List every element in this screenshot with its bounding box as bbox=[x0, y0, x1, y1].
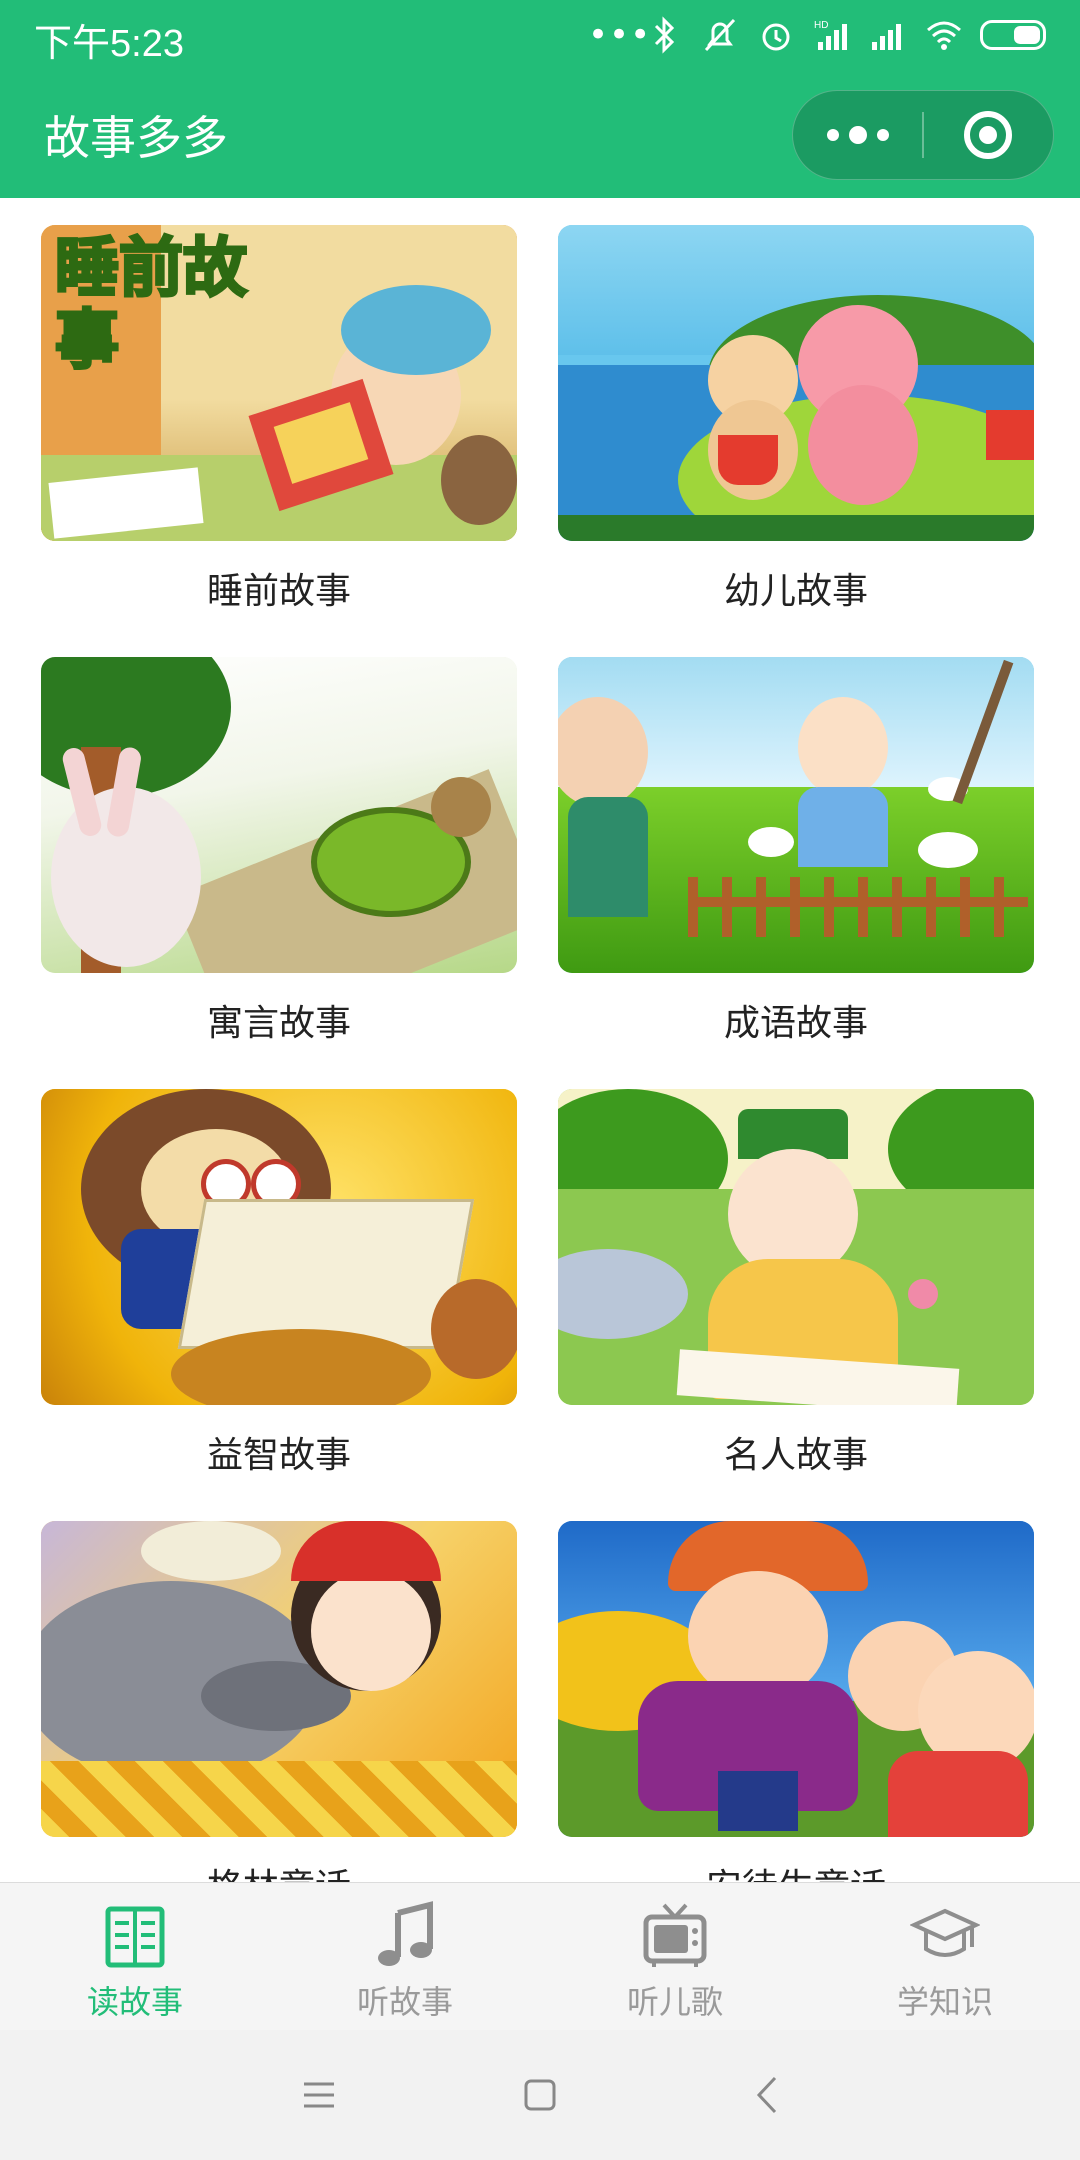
tab-learn-knowledge[interactable]: 学知识 bbox=[810, 1883, 1080, 2031]
tab-label: 读故事 bbox=[86, 1983, 183, 2021]
status-bar: 下午5:23 ••• HD bbox=[0, 0, 1080, 70]
status-icons: ••• HD bbox=[588, 14, 1046, 56]
menu-icon[interactable] bbox=[294, 2070, 344, 2120]
category-cover-image bbox=[558, 225, 1034, 541]
app-bar: 故事多多 bbox=[0, 70, 1080, 198]
status-time: 下午5:23 bbox=[34, 23, 184, 65]
cover-title-text: 睡前故事 bbox=[54, 232, 249, 379]
category-cover-image bbox=[558, 657, 1034, 973]
dot-icon bbox=[848, 126, 867, 144]
tab-label: 听儿歌 bbox=[626, 1983, 723, 2021]
tab-label: 学知识 bbox=[896, 1983, 993, 2021]
category-label: 睡前故事 bbox=[206, 571, 351, 612]
more-notifications-icon: ••• bbox=[588, 15, 652, 55]
dot-icon bbox=[826, 129, 839, 141]
back-icon[interactable] bbox=[743, 2070, 793, 2120]
tv-icon bbox=[640, 1901, 710, 1971]
battery-icon bbox=[980, 20, 1046, 50]
category-label: 成语故事 bbox=[723, 1003, 868, 1044]
category-card[interactable]: 睡前故事 睡前故事 bbox=[41, 225, 517, 617]
home-icon[interactable] bbox=[515, 2070, 565, 2120]
category-cover-image: 睡前故事 bbox=[41, 225, 517, 541]
close-mini-program-button[interactable] bbox=[924, 90, 1053, 180]
cell-signal-icon bbox=[868, 16, 908, 54]
category-cover-image bbox=[41, 1089, 517, 1405]
hd-signal-icon: HD bbox=[812, 16, 852, 54]
category-cover-image bbox=[41, 1521, 517, 1837]
target-icon bbox=[964, 111, 1013, 159]
category-card[interactable]: 成语故事 bbox=[558, 657, 1034, 1049]
category-card[interactable]: 寓言故事 bbox=[41, 657, 517, 1049]
mini-program-capsule bbox=[792, 90, 1054, 180]
mute-bell-icon bbox=[700, 16, 740, 54]
category-cover-image bbox=[41, 657, 517, 973]
bluetooth-icon bbox=[644, 16, 684, 54]
alarm-icon bbox=[756, 16, 796, 54]
bottom-tab-bar: 读故事 听故事 听儿歌 学知识 bbox=[0, 1882, 1080, 2030]
dot-icon bbox=[876, 129, 889, 141]
category-label: 安徒生童话 bbox=[558, 1863, 1034, 1882]
tab-read-stories[interactable]: 读故事 bbox=[0, 1883, 270, 2031]
category-cover-image bbox=[558, 1089, 1034, 1405]
tab-listen-songs[interactable]: 听儿歌 bbox=[540, 1883, 810, 2031]
category-label: 幼儿故事 bbox=[723, 571, 868, 612]
category-card[interactable]: 益智故事 bbox=[41, 1089, 517, 1481]
svg-text:HD: HD bbox=[814, 20, 828, 31]
category-label: 寓言故事 bbox=[206, 1003, 351, 1044]
more-options-button[interactable] bbox=[793, 90, 922, 180]
category-label: 格林童话 bbox=[41, 1863, 517, 1882]
tab-label: 听故事 bbox=[356, 1983, 453, 2021]
graduation-cap-icon bbox=[909, 1901, 981, 1971]
music-note-icon bbox=[370, 1901, 440, 1971]
tab-listen-stories[interactable]: 听故事 bbox=[270, 1883, 540, 2031]
category-label: 名人故事 bbox=[723, 1435, 868, 1476]
category-card[interactable]: 格林童话 bbox=[41, 1521, 517, 1882]
category-label: 益智故事 bbox=[206, 1435, 351, 1476]
category-card[interactable]: 幼儿故事 bbox=[558, 225, 1034, 617]
system-navigation-bar bbox=[0, 2030, 1080, 2160]
book-icon bbox=[100, 1901, 170, 1971]
category-cover-image bbox=[558, 1521, 1034, 1837]
category-grid: 睡前故事 睡前故事 幼儿故事 寓言故事 成语故事 益智故事 名人故事 bbox=[0, 198, 1080, 1882]
app-title: 故事多多 bbox=[44, 111, 228, 165]
top-bar: 下午5:23 ••• HD 故事多多 bbox=[0, 0, 1080, 198]
category-card[interactable]: 名人故事 bbox=[558, 1089, 1034, 1481]
category-card[interactable]: 安徒生童话 bbox=[558, 1521, 1034, 1882]
wifi-icon bbox=[924, 16, 964, 54]
